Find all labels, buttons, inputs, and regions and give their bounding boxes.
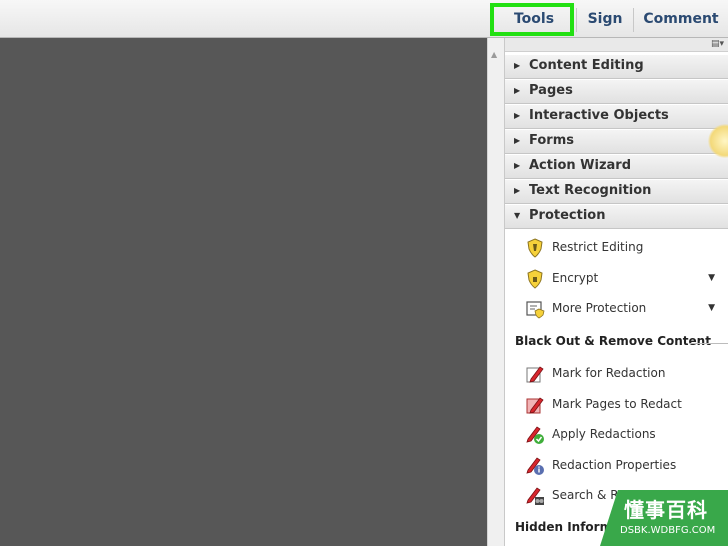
item-label: Redaction Properties (552, 458, 677, 472)
watermark-faint-text: ikiHow (556, 530, 603, 546)
tools-panel: ▤▾ ▶ Content Editing ▶ Pages ▶ Interacti… (504, 38, 728, 546)
section-label: Pages (529, 83, 573, 98)
expand-arrow-icon: ▶ (514, 186, 521, 195)
subheading-label: Black Out & Remove Content (515, 334, 711, 348)
restrict-editing-item[interactable]: Restrict Editing (505, 234, 728, 262)
search-redact-icon (526, 487, 544, 505)
section-pages[interactable]: ▶ Pages (505, 80, 728, 104)
tab-sign[interactable]: Sign (578, 0, 632, 38)
shield-lock-icon (527, 269, 543, 289)
shield-pen-icon (527, 238, 543, 258)
section-label: Forms (529, 133, 574, 148)
subheading-divider (689, 343, 728, 344)
section-interactive-objects[interactable]: ▶ Interactive Objects (505, 105, 728, 129)
apply-redactions-icon (526, 426, 544, 444)
panel-options-bar: ▤▾ (505, 38, 728, 52)
section-label: Action Wizard (529, 158, 632, 173)
expand-arrow-icon: ▶ (514, 161, 521, 170)
item-label: More Protection (552, 301, 647, 315)
item-label: Search & Re (552, 488, 626, 502)
expand-arrow-icon: ▶ (514, 136, 521, 145)
item-label: Apply Redactions (552, 427, 656, 441)
item-label: Restrict Editing (552, 240, 644, 254)
section-forms[interactable]: ▶ Forms (505, 130, 728, 154)
mark-for-redaction-item[interactable]: Mark for Redaction (505, 360, 728, 388)
item-label: Mark for Redaction (552, 366, 666, 380)
scroll-up-arrow-icon[interactable]: ▲ (491, 50, 497, 59)
tab-comment[interactable]: Comment (634, 0, 728, 38)
redact-marker-icon (526, 366, 544, 383)
watermark-title: 懂事百科 (624, 498, 708, 522)
vertical-scrollbar[interactable]: ▲ (487, 38, 504, 546)
certificate-icon (526, 301, 545, 319)
expand-arrow-icon: ▶ (514, 61, 521, 70)
dropdown-arrow-icon[interactable]: ▼ (708, 273, 715, 283)
expand-arrow-icon: ▶ (514, 111, 521, 120)
redaction-properties-item[interactable]: Redaction Properties (505, 452, 728, 480)
document-view[interactable] (0, 38, 487, 546)
section-label: Protection (529, 208, 606, 223)
collapse-arrow-icon: ▼ (514, 211, 521, 220)
section-label: Content Editing (529, 58, 644, 73)
tools-highlight-box (490, 3, 574, 36)
item-label: Encrypt (552, 271, 599, 285)
expand-arrow-icon: ▶ (514, 86, 521, 95)
section-protection[interactable]: ▼ Protection (505, 205, 728, 229)
redaction-properties-icon (526, 457, 544, 475)
section-action-wizard[interactable]: ▶ Action Wizard (505, 155, 728, 179)
watermark-subtitle: DSBK.WDBFG.COM (620, 525, 716, 536)
section-label: Text Recognition (529, 183, 652, 198)
section-text-recognition[interactable]: ▶ Text Recognition (505, 180, 728, 204)
apply-redactions-item[interactable]: Apply Redactions (505, 421, 728, 449)
more-protection-item[interactable]: More Protection ▼ (505, 295, 728, 323)
item-label: Mark Pages to Redact (552, 397, 682, 411)
top-toolbar: Tools Sign Comment (0, 0, 728, 38)
section-label: Interactive Objects (529, 108, 669, 123)
section-content-editing[interactable]: ▶ Content Editing (505, 55, 728, 79)
redact-pages-icon (526, 397, 544, 414)
tab-divider (576, 8, 577, 32)
panel-menu-icon[interactable]: ▤▾ (711, 39, 725, 49)
redaction-subheading: Black Out & Remove Content (515, 334, 728, 352)
dropdown-arrow-icon[interactable]: ▼ (708, 303, 715, 313)
encrypt-item[interactable]: Encrypt ▼ (505, 265, 728, 293)
mark-pages-to-redact-item[interactable]: Mark Pages to Redact (505, 391, 728, 419)
